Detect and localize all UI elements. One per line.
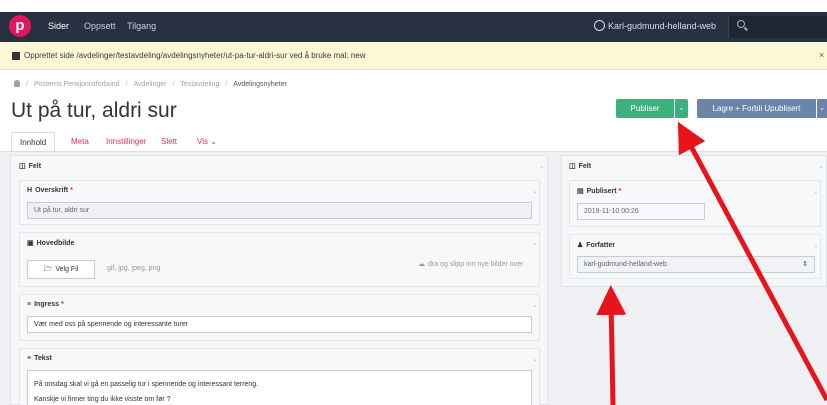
right-panel-title: ◫ Felt	[569, 162, 591, 170]
image-field: ▣ Hovedbilde ⌄ 🗁 Velg Fil gif, jpg, jpeg, …	[19, 232, 540, 287]
text-label: ≡ Tekst	[27, 355, 52, 362]
user-icon	[594, 20, 605, 31]
right-panel-title-text: Felt	[578, 163, 592, 170]
ingress-label-text: Ingress	[34, 301, 59, 308]
choose-file-button[interactable]: 🗁 Velg Fil	[27, 260, 95, 279]
cloud-icon: ☁	[418, 261, 425, 268]
image-label: ▣ Hovedbilde	[27, 239, 74, 247]
headline-label: H Overskrift *	[27, 187, 73, 194]
author-select-value: karl-gudmund-helland-web	[584, 261, 667, 268]
published-label-text: Publisert	[586, 188, 617, 195]
align-left-icon: ≡	[27, 301, 32, 308]
chevron-down-icon[interactable]: ⌄	[813, 241, 819, 249]
nav-item-sider[interactable]: Sider	[48, 21, 69, 31]
published-field: ▤ Publisert * ⌄ 2019-11-10 00:26	[569, 180, 821, 227]
columns-icon: ◫	[569, 163, 576, 170]
breadcrumb-item[interactable]: Posterns Pensjonistforbund	[34, 81, 120, 88]
chevron-down-icon[interactable]: ⌄	[532, 355, 538, 363]
file-types-hint: gif, jpg, jpeg, png	[107, 265, 161, 272]
nav-item-tilgang[interactable]: Tilgang	[127, 21, 156, 31]
chevron-down-icon: ⌄	[210, 137, 217, 146]
chevron-down-icon[interactable]: ⌄	[813, 187, 819, 195]
page-title: Ut på tur, aldri sur	[11, 99, 177, 122]
home-icon[interactable]	[14, 80, 20, 87]
published-datetime-input[interactable]: 2019-11-10 00:26	[577, 203, 705, 220]
top-navbar: p Sider Oppsett Tilgang Karl-gudmund-hel…	[0, 12, 827, 42]
author-select[interactable]: karl-gudmund-helland-web ⇕	[577, 256, 815, 273]
breadcrumb: / Posterns Pensjonistforbund / Avdelinger / T…	[14, 80, 287, 88]
left-panel-title: ◫ Felt	[19, 162, 41, 170]
drop-hint: ☁ dra og slipp inn nye bilder over	[418, 260, 523, 268]
choose-file-label: Velg Fil	[55, 266, 79, 273]
chevron-down-icon[interactable]: ⌄	[532, 187, 538, 195]
headline-input[interactable]: Ut på tur, aldri sur	[27, 202, 532, 219]
chevron-down-icon[interactable]: ⌄	[532, 239, 538, 247]
image-label-text: Hovedbilde	[36, 240, 75, 247]
publish-dropdown-button[interactable]: ⌄	[675, 99, 688, 118]
drop-hint-text: dra og slipp inn nye bilder over	[428, 261, 524, 268]
alert-close-button[interactable]: ×	[819, 50, 824, 60]
folder-icon: 🗁	[43, 266, 53, 273]
chevron-down-icon[interactable]: ⌄	[539, 162, 545, 170]
tab-innhold[interactable]: Innhold	[11, 132, 56, 151]
user-name: Karl-gudmund-helland-web	[608, 21, 717, 31]
alert-message: Opprettet side /avdelinger/testavdeling/…	[24, 51, 366, 60]
text-label-text: Tekst	[34, 355, 52, 362]
search-input[interactable]	[728, 16, 827, 38]
headline-field: H Overskrift * ⌄ Ut på tur, aldri sur	[19, 180, 540, 225]
browser-top-strip	[0, 0, 827, 12]
published-label: ▤ Publisert *	[577, 188, 622, 195]
text-field: ≡ Tekst ⌄ På onsdag skal vi gå en passeli…	[19, 348, 540, 405]
save-unpublished-button[interactable]: Lagre + Forbli Upublisert	[697, 99, 816, 118]
tab-slett[interactable]: Slett	[161, 132, 177, 151]
breadcrumb-item[interactable]: Testavdeling	[180, 81, 219, 88]
chevron-down-icon[interactable]: ⌄	[818, 162, 824, 170]
text-line: På onsdag skal vi gå en passelig tur i s…	[34, 381, 259, 388]
text-line: Kanskje vi finner ting du ikke visste om…	[34, 396, 171, 403]
tab-vis[interactable]: Vis ⌄	[197, 132, 217, 151]
tab-vis-label: Vis	[197, 137, 208, 146]
author-label-text: Forfatter	[586, 242, 616, 249]
author-field: ♟ Forfatter ⌄ karl-gudmund-helland-web ⇕	[569, 234, 821, 279]
align-left-icon: ≡	[27, 355, 32, 362]
chevron-down-icon: ⌄	[819, 105, 825, 112]
tab-innstillinger[interactable]: Innstillinger	[106, 132, 146, 151]
tab-meta[interactable]: Meta	[71, 132, 89, 151]
left-panel-title-text: Felt	[28, 163, 42, 170]
publish-button[interactable]: Publiser	[616, 99, 674, 118]
text-editor[interactable]: På onsdag skal vi gå en passelig tur i s…	[27, 370, 532, 405]
user-icon: ♟	[577, 242, 584, 249]
breadcrumb-current: Avdelingsnyheter	[233, 81, 287, 88]
chevron-down-icon: ⌄	[678, 105, 685, 112]
headline-label-text: Overskrift	[35, 187, 69, 194]
ingress-label: ≡ Ingress *	[27, 301, 64, 308]
check-icon	[12, 52, 20, 60]
right-fields-panel: ◫ Felt ⌄ ▤ Publisert * ⌄ 2019-11-10 00:26 …	[561, 155, 827, 287]
ingress-input[interactable]: Vær med oss på spennende og interessante…	[27, 316, 532, 333]
nav-item-oppsett[interactable]: Oppsett	[84, 21, 116, 31]
user-menu[interactable]: Karl-gudmund-helland-web	[594, 20, 716, 31]
heading-icon: H	[27, 187, 33, 194]
calendar-icon: ▤	[577, 188, 584, 195]
breadcrumb-item[interactable]: Avdelinger	[134, 81, 167, 88]
chevron-down-icon[interactable]: ⌄	[532, 301, 538, 309]
search-icon	[737, 20, 745, 28]
ingress-field: ≡ Ingress * ⌄ Vær med oss på spennende og…	[19, 294, 540, 341]
left-fields-panel: ◫ Felt ⌄ H Overskrift * ⌄ Ut på tur, aldri…	[10, 155, 548, 405]
author-label: ♟ Forfatter	[577, 241, 615, 249]
save-dropdown-button[interactable]: ⌄	[817, 99, 827, 118]
columns-icon: ◫	[19, 163, 26, 170]
success-alert: Opprettet side /avdelinger/testavdeling/…	[0, 42, 827, 70]
select-arrows-icon: ⇕	[802, 261, 808, 268]
image-icon: ▣	[27, 240, 34, 247]
brand-logo[interactable]: p	[9, 15, 31, 37]
